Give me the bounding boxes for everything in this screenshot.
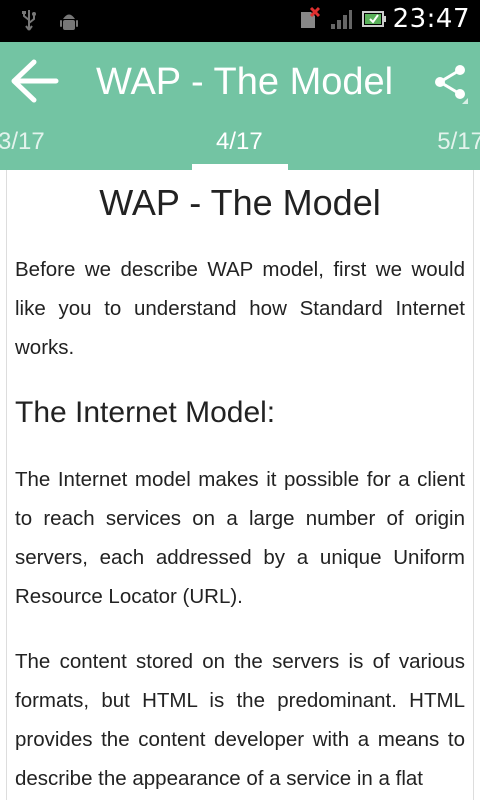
- tab-current-page[interactable]: 4/17: [216, 128, 263, 156]
- section-heading: The Internet Model:: [15, 396, 276, 429]
- paragraph-1: The Internet model makes it possible for…: [15, 468, 465, 608]
- signal-icon: [329, 6, 352, 32]
- tab-previous-page[interactable]: 3/17: [0, 128, 45, 156]
- status-right-icons: 23:47: [297, 4, 470, 34]
- app-title: WAP - The Model: [96, 61, 394, 103]
- intro-paragraph: Before we describe WAP model, first we w…: [15, 258, 465, 359]
- app-bar: WAP - The Model: [0, 42, 480, 120]
- paragraph-2: The content stored on the servers is of …: [15, 650, 465, 790]
- usb-icon: [18, 8, 40, 34]
- article-title: WAP - The Model: [99, 182, 381, 223]
- no-sim-icon: [297, 6, 320, 32]
- tab-next-page[interactable]: 5/17: [437, 128, 480, 156]
- article-content[interactable]: WAP - The Model Before we describe WAP m…: [6, 170, 474, 800]
- share-button[interactable]: [432, 62, 470, 106]
- status-left-icons: [18, 8, 80, 34]
- share-icon: [435, 65, 468, 104]
- back-button[interactable]: [8, 56, 62, 106]
- page-tabs: 3/17 4/17 5/17: [0, 120, 480, 170]
- back-arrow-icon: [11, 59, 59, 103]
- status-bar: 23:47: [0, 0, 480, 42]
- clock: 23:47: [392, 4, 470, 34]
- android-debug-icon: [58, 8, 80, 34]
- battery-icon: [361, 6, 386, 32]
